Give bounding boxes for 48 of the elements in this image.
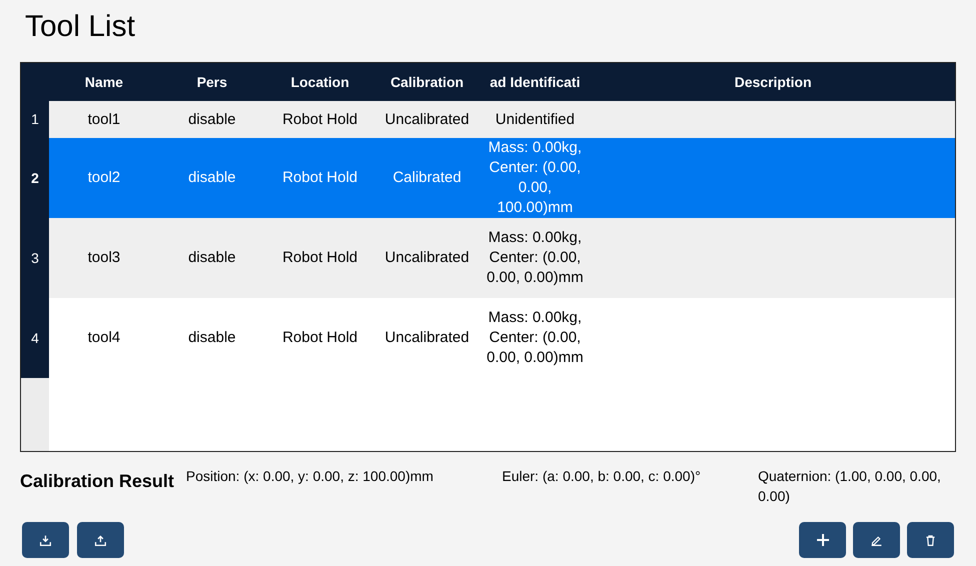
section-label: Calibration Result	[20, 470, 176, 493]
table-cell: tool1	[88, 110, 120, 130]
table-cell: Robot Hold	[282, 328, 358, 348]
export-button[interactable]	[77, 522, 124, 558]
table-cell: Uncalibrated	[384, 110, 470, 130]
column-header: Location	[290, 72, 350, 92]
row-number: 2	[21, 138, 49, 218]
column-header: Name	[84, 72, 124, 92]
edit-button[interactable]	[853, 522, 900, 558]
table-cell: tool3	[88, 248, 120, 268]
column-header: Calibration	[390, 72, 464, 92]
table-cell: Robot Hold	[282, 248, 358, 268]
row-number: 4	[21, 298, 49, 378]
page-title: Tool List	[25, 10, 136, 43]
table-cell-text: Mass: 0.00kg, Center: (0.00, 0.00, 0.00)mm	[486, 228, 584, 288]
table-cell-text: Mass: 0.00kg, Center: (0.00, 0.00, 100.00)mm	[487, 138, 583, 218]
trash-icon	[924, 534, 937, 546]
column-header: Pers	[196, 72, 228, 92]
table-cell-text: Mass: 0.00kg, Center: (0.00, 0.00, 0.00)mm	[486, 308, 584, 368]
plus-icon	[814, 532, 830, 548]
table-cell: disable	[188, 110, 236, 130]
table-cell: tool2	[88, 168, 120, 188]
table-cell: disable	[188, 168, 236, 188]
add-button[interactable]	[799, 522, 846, 558]
table-row[interactable]: tool1 disable Robot Hold Uncalibrated Unidentified	[49, 101, 955, 138]
table-cell: Uncalibrated	[384, 248, 470, 268]
table-cell: tool4	[88, 328, 120, 348]
position-text: Position: (x: 0.00, y: 0.00, z: 100.00)mm	[186, 467, 434, 486]
table-row[interactable]: tool2 disable Robot Hold Calibrated Mass: 0.00kg, Center: (0.00, 0.00, 100.00)mm	[49, 138, 955, 218]
delete-button[interactable]	[907, 522, 954, 558]
table-cell: disable	[188, 248, 236, 268]
table-cell: Robot Hold	[282, 168, 358, 188]
row-number: 3	[21, 218, 49, 298]
download-icon	[39, 534, 52, 546]
table-cell: disable	[188, 328, 236, 348]
table-cell-text: Unidentified	[494, 110, 576, 130]
table-cell: Uncalibrated	[384, 328, 470, 348]
table-row[interactable]: tool3 disable Robot Hold Uncalibrated Mass: 0.00kg, Center: (0.00, 0.00, 0.00)mm	[49, 218, 955, 298]
row-number: 1	[21, 101, 49, 138]
upload-icon	[94, 534, 107, 546]
import-button[interactable]	[22, 522, 69, 558]
quaternion-text: Quaternion: (1.00, 0.00, 0.00, 0.00)	[758, 467, 942, 506]
table-cell: Robot Hold	[282, 110, 358, 130]
column-header: Description	[734, 72, 812, 92]
euler-text: Euler: (a: 0.00, b: 0.00, c: 0.00)°	[502, 467, 702, 486]
table-cell: Calibrated	[392, 168, 462, 188]
pencil-icon	[870, 534, 883, 546]
column-header: ad Identificati	[490, 72, 580, 92]
